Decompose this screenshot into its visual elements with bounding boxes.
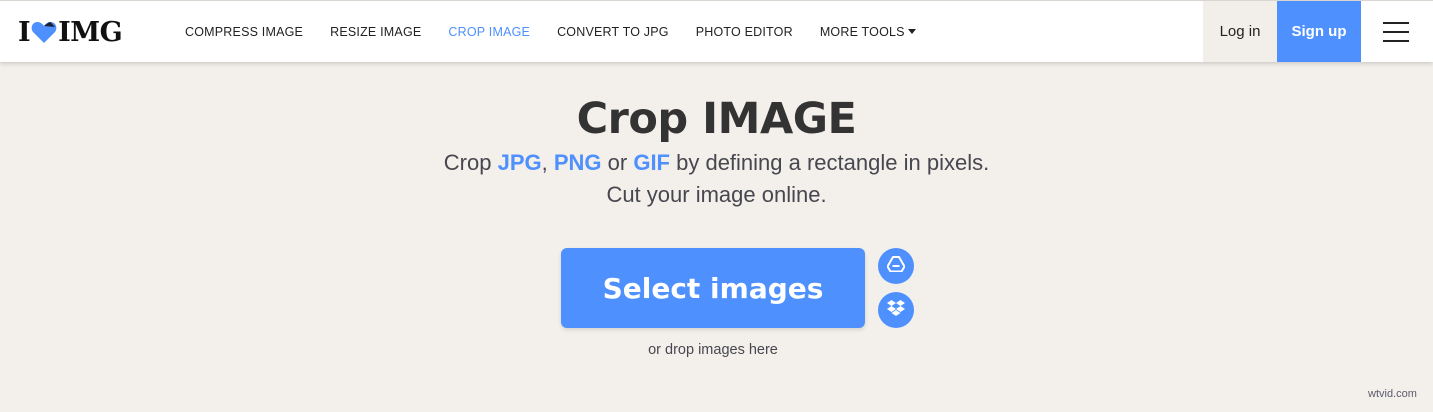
nav-photo-editor[interactable]: PHOTO EDITOR xyxy=(696,25,793,39)
page-title: Crop IMAGE xyxy=(576,94,857,144)
dropbox-button[interactable] xyxy=(878,292,914,328)
nav-compress-image[interactable]: COMPRESS IMAGE xyxy=(185,25,303,39)
top-navigation-bar: I IMG COMPRESS IMAGE RESIZE IMAGE CROP I… xyxy=(0,0,1433,62)
hamburger-menu-icon[interactable] xyxy=(1383,22,1409,42)
subtitle-prefix: Crop xyxy=(443,150,498,175)
drop-hint: or drop images here xyxy=(648,342,778,358)
logo-text-i: I xyxy=(18,16,31,48)
login-button[interactable]: Log in xyxy=(1203,1,1277,62)
nav-more-tools[interactable]: MORE TOOLS xyxy=(820,25,916,39)
page-description: Cut your image online. xyxy=(606,182,827,207)
subtitle-separator-1: , xyxy=(541,150,554,175)
logo[interactable]: I IMG xyxy=(18,16,123,48)
nav-convert-to-jpg[interactable]: CONVERT TO JPG xyxy=(557,25,669,39)
signup-button[interactable]: Sign up xyxy=(1277,1,1361,62)
nav-more-tools-label: MORE TOOLS xyxy=(819,25,905,39)
watermark: wtvid.com xyxy=(1368,388,1417,400)
subtitle-suffix: by defining a rectangle in pixels. xyxy=(670,150,990,175)
format-png: PNG xyxy=(553,150,602,175)
select-images-button[interactable]: Select images xyxy=(561,248,865,328)
heart-icon xyxy=(31,20,57,44)
google-drive-icon xyxy=(886,255,906,277)
caret-down-icon xyxy=(907,29,916,34)
logo-text-img: IMG xyxy=(58,16,123,48)
format-gif: GIF xyxy=(633,150,670,175)
page-subtitle: Crop JPG, PNG or GIF by defining a recta… xyxy=(0,150,1433,176)
format-jpg: JPG xyxy=(497,150,542,175)
dropbox-icon xyxy=(887,299,905,321)
main-nav: COMPRESS IMAGE RESIZE IMAGE CROP IMAGE C… xyxy=(185,1,943,63)
nav-crop-image[interactable]: CROP IMAGE xyxy=(448,25,530,39)
nav-resize-image[interactable]: RESIZE IMAGE xyxy=(330,25,421,39)
subtitle-separator-2: or xyxy=(601,150,634,175)
google-drive-button[interactable] xyxy=(878,248,914,284)
